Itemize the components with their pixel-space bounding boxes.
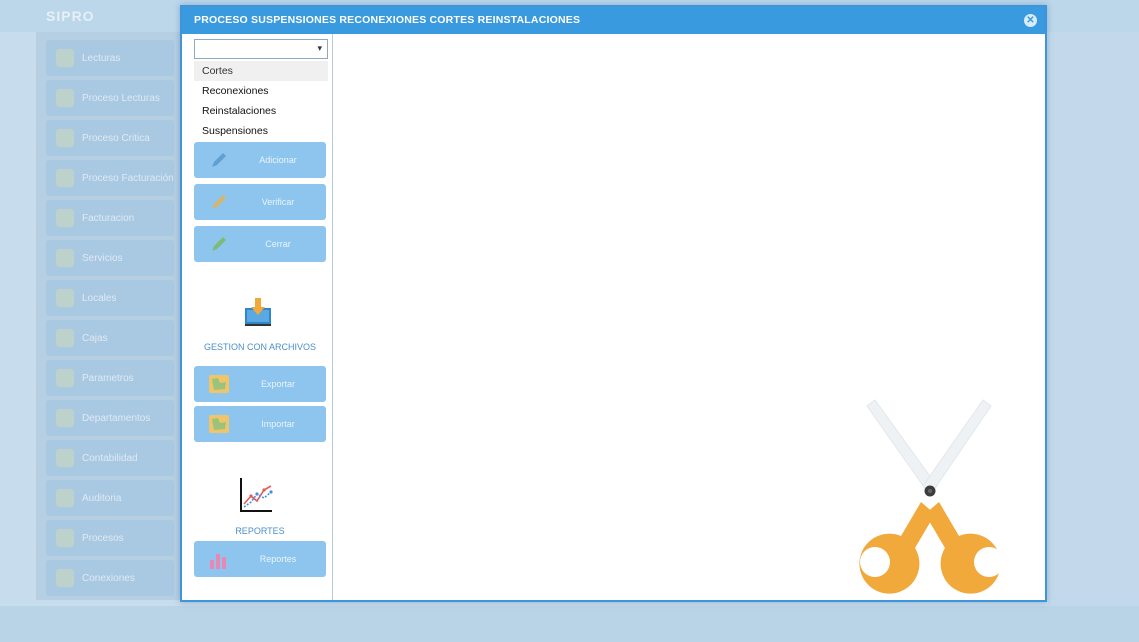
background-right-panel [1048,32,1139,606]
background-menu-label: Locales [82,292,117,304]
dropdown-option-suspensiones[interactable]: Suspensiones [194,121,328,141]
importar-button[interactable]: Importar [194,406,326,442]
menu-item-icon [56,489,74,507]
background-menu-item[interactable]: Cajas [46,320,174,356]
background-menu-label: Cajas [82,332,108,344]
map-icon [208,373,230,395]
menu-item-icon [56,209,74,227]
main-content-area [333,34,1045,600]
background-menu-label: Proceso Critica [82,132,150,144]
bar-chart-icon [208,548,230,570]
menu-item-icon [56,289,74,307]
verificar-button[interactable]: Verificar [194,184,326,220]
dialog-sidebar: ▾ Cortes Reconexiones Reinstalaciones Su… [182,34,333,600]
dropdown-option-reinstalaciones[interactable]: Reinstalaciones [194,101,328,121]
background-menu-label: Parametros [82,372,134,384]
reportes-button[interactable]: Reportes [194,541,326,577]
pencil-icon [208,233,230,255]
background-menu-label: Proceso Facturación [82,172,174,184]
verificar-label: Verificar [261,197,295,207]
scissors-icon [859,399,1004,594]
background-menu-label: Conexiones [82,572,135,584]
background-menu-label: Servicios [82,252,123,264]
adicionar-label: Adicionar [259,155,297,165]
adicionar-button[interactable]: Adicionar [194,142,326,178]
process-dialog: PROCESO SUSPENSIONES RECONEXIONES CORTES… [180,5,1047,602]
pencil-icon [208,191,230,213]
background-menu-item[interactable]: Servicios [46,240,174,276]
background-menu-item[interactable]: Lecturas [46,40,174,76]
background-menu-item[interactable]: Departamentos [46,400,174,436]
menu-item-icon [56,569,74,587]
background-menu: Lecturas Proceso Lecturas Proceso Critic… [36,32,182,600]
dialog-title: PROCESO SUSPENSIONES RECONEXIONES CORTES… [194,14,581,26]
exportar-button[interactable]: Exportar [194,366,326,402]
menu-item-icon [56,249,74,267]
cerrar-button[interactable]: Cerrar [194,226,326,262]
background-menu-label: Lecturas [82,52,121,64]
menu-item-icon [56,369,74,387]
menu-item-icon [56,529,74,547]
chevron-down-icon[interactable]: ▾ [317,43,322,54]
background-menu-label: Auditoria [82,492,122,504]
background-menu-label: Procesos [82,532,124,544]
reports-section-label: REPORTES [235,526,285,536]
menu-item-icon [56,89,74,107]
background-menu-item[interactable]: Proceso Facturación [46,160,174,196]
menu-item-icon [56,169,74,187]
background-footer [0,606,1139,642]
importar-label: Importar [261,419,295,429]
background-menu-item[interactable]: Facturacion [46,200,174,236]
exportar-label: Exportar [260,379,295,389]
cerrar-label: Cerrar [265,239,291,249]
background-menu-item[interactable]: Locales [46,280,174,316]
background-menu-label: Facturacion [82,212,135,224]
background-menu-item[interactable]: Proceso Lecturas [46,80,174,116]
menu-item-icon [56,329,74,347]
background-menu-item[interactable]: Contabilidad [46,440,174,476]
background-menu-item[interactable]: Procesos [46,520,174,556]
background-menu-item[interactable]: Parametros [46,360,174,396]
close-icon[interactable]: ✕ [1024,14,1037,27]
background-menu-label: Departamentos [82,412,151,424]
download-tray-icon [242,296,274,328]
background-logo: SIPRO [46,8,95,24]
menu-item-icon [56,49,74,67]
map-icon [208,413,230,435]
dropdown-option-cortes[interactable]: Cortes [194,61,328,81]
background-menu-item[interactable]: Conexiones [46,560,174,596]
background-menu-label: Contabilidad [82,452,138,464]
process-type-select[interactable]: ▾ [194,39,328,59]
pencil-icon [208,149,230,171]
reportes-label: Reportes [259,554,297,564]
line-chart-icon [238,476,274,514]
background-menu-label: Proceso Lecturas [82,92,160,104]
file-section-label: GESTION CON ARCHIVOS [203,342,317,352]
menu-item-icon [56,449,74,467]
dialog-titlebar[interactable]: PROCESO SUSPENSIONES RECONEXIONES CORTES… [182,7,1045,34]
menu-item-icon [56,409,74,427]
process-type-dropdown: Cortes Reconexiones Reinstalaciones Susp… [194,61,328,141]
dropdown-option-reconexiones[interactable]: Reconexiones [194,81,328,101]
menu-item-icon [56,129,74,147]
background-menu-item[interactable]: Auditoria [46,480,174,516]
background-menu-item[interactable]: Proceso Critica [46,120,174,156]
